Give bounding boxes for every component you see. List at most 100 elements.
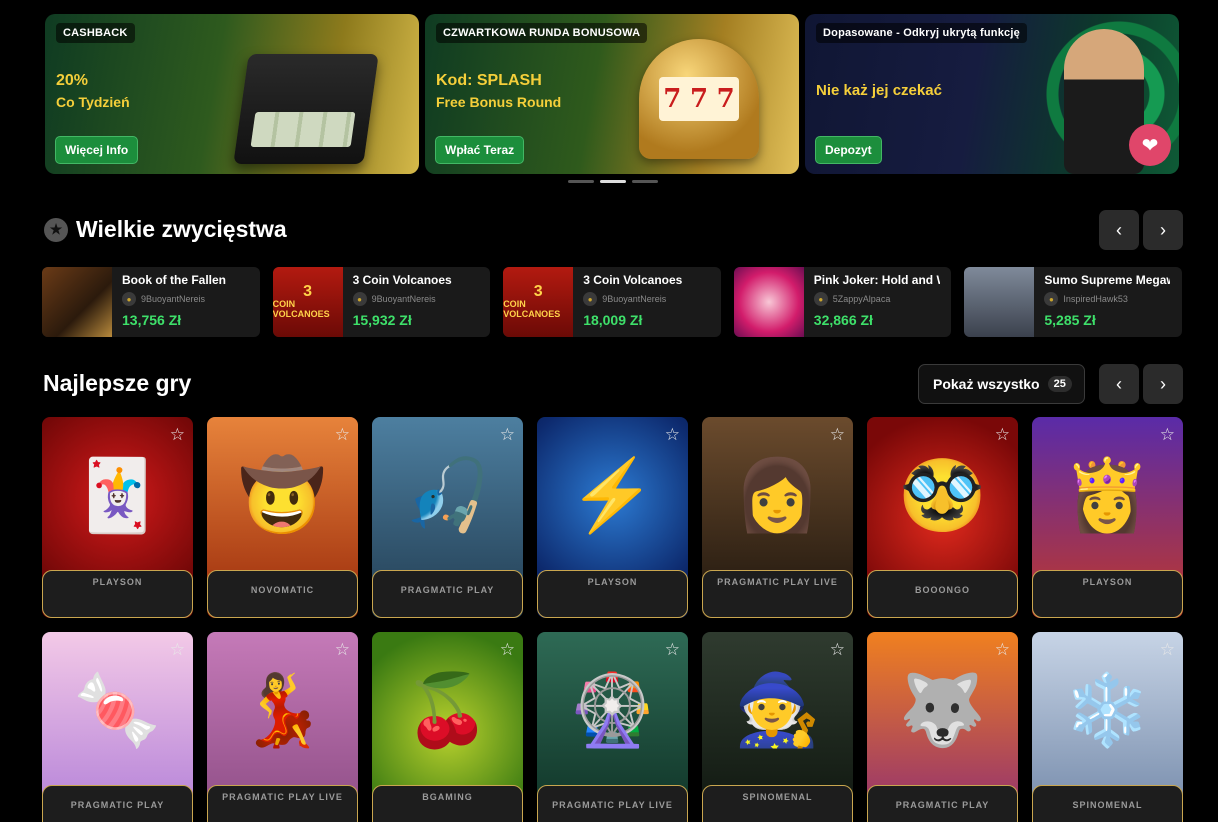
game-card[interactable]: 💃 ☆ PRAGMATIC PLAY LIVE <box>207 632 358 822</box>
promo-tag: CZWARTKOWA RUNDA BONUSOWA <box>436 23 648 43</box>
big-wins-list: Book of the Fallen ● 9BuoyantNereis 13,75… <box>42 267 1182 337</box>
provider-name: PRAGMATIC PLAY <box>70 800 165 810</box>
game-thumbnail: 3 COIN VOLCANOES <box>503 267 574 337</box>
game-card[interactable]: 🐺 ☆ PRAGMATIC PLAY <box>867 632 1018 822</box>
next-button[interactable]: › <box>1143 210 1183 250</box>
provider-box: BGAMING <box>372 785 523 822</box>
deposit-now-button[interactable]: Wpłać Teraz <box>435 136 525 164</box>
provider-box: BOOONGO <box>867 570 1018 618</box>
thumbnail-number: 3 <box>533 283 543 300</box>
favorite-star-icon[interactable]: ☆ <box>995 640 1010 660</box>
favorite-star-icon[interactable]: ☆ <box>1160 425 1175 445</box>
provider-box: PLAYSON <box>42 570 193 618</box>
game-card[interactable]: 🤠 ☆ NOVOMATIC <box>207 417 358 618</box>
promo-bonus-round[interactable]: 777 CZWARTKOWA RUNDA BONUSOWA Kod: SPLAS… <box>425 14 799 174</box>
game-art: 🧙 <box>733 671 822 749</box>
game-card[interactable]: ❄️ ☆ SPINOMENAL <box>1032 632 1183 822</box>
game-art: 🤠 <box>238 456 327 534</box>
provider-name: PRAGMATIC PLAY <box>400 585 495 595</box>
win-user: 5ZappyAlpaca <box>832 294 891 304</box>
thumbnail-label: COIN VOLCANOES <box>503 299 561 319</box>
win-item[interactable]: Book of the Fallen ● 9BuoyantNereis 13,75… <box>42 267 260 337</box>
game-card[interactable]: 👸 ☆ PLAYSON <box>1032 417 1183 618</box>
user-icon: ● <box>122 292 136 306</box>
win-amount: 5,285 Zł <box>1044 312 1096 328</box>
favorite-star-icon[interactable]: ☆ <box>335 640 350 660</box>
game-card[interactable]: 🍒 ☆ BGAMING <box>372 632 523 822</box>
game-thumbnail <box>964 267 1035 337</box>
game-art: 🍒 <box>403 671 492 749</box>
favorite-star-icon[interactable]: ☆ <box>830 425 845 445</box>
game-card[interactable]: 🎡 ☆ PRAGMATIC PLAY LIVE <box>537 632 688 822</box>
promo-subline: Co Tydzień <box>56 94 130 110</box>
game-card[interactable]: 👩 ☆ PRAGMATIC PLAY LIVE <box>702 417 853 618</box>
promo-carousel: CASHBACK 20% Co Tydzień Więcej Info 777 … <box>45 14 1179 174</box>
provider-box: PRAGMATIC PLAY <box>42 785 193 822</box>
win-amount: 18,009 Zł <box>583 312 643 328</box>
prev-button[interactable]: ‹ <box>1099 364 1139 404</box>
provider-name: SPINOMENAL <box>742 792 813 802</box>
carousel-dot[interactable] <box>568 180 594 183</box>
provider-name: PLAYSON <box>1082 577 1133 587</box>
provider-box: PRAGMATIC PLAY LIVE <box>702 570 853 618</box>
deposit-button[interactable]: Depozyt <box>815 136 882 164</box>
favorite-star-icon[interactable]: ☆ <box>830 640 845 660</box>
best-games-nav: ‹ › <box>1099 364 1183 404</box>
next-button[interactable]: › <box>1143 364 1183 404</box>
win-game-name: Book of the Fallen <box>122 273 227 287</box>
big-wins-nav: ‹ › <box>1099 210 1183 250</box>
prev-button[interactable]: ‹ <box>1099 210 1139 250</box>
provider-box: SPINOMENAL <box>1032 785 1183 822</box>
more-info-button[interactable]: Więcej Info <box>55 136 139 164</box>
provider-box: PRAGMATIC PLAY LIVE <box>207 785 358 822</box>
show-all-label: Pokaż wszystko <box>933 376 1040 392</box>
provider-name: BGAMING <box>422 792 473 802</box>
win-item[interactable]: Sumo Supreme Megawa ● InspiredHawk53 5,28… <box>964 267 1182 337</box>
provider-name: BOOONGO <box>914 585 970 595</box>
provider-box: PLAYSON <box>537 570 688 618</box>
show-all-button[interactable]: Pokaż wszystko 25 <box>918 364 1085 404</box>
win-game-name: Sumo Supreme Megawa <box>1044 273 1171 287</box>
win-item[interactable]: 3 COIN VOLCANOES 3 Coin Volcanoes ● 9Buoy… <box>272 267 491 337</box>
carousel-dot[interactable] <box>632 180 658 183</box>
favorite-star-icon[interactable]: ☆ <box>170 640 185 660</box>
game-card[interactable]: ⚡ ☆ PLAYSON <box>537 417 688 618</box>
carousel-dot-active[interactable] <box>600 180 626 183</box>
game-card[interactable]: 🎣 ☆ PRAGMATIC PLAY <box>372 417 523 618</box>
favorite-star-icon[interactable]: ☆ <box>665 425 680 445</box>
provider-box: PRAGMATIC PLAY <box>867 785 1018 822</box>
favorite-star-icon[interactable]: ☆ <box>335 425 350 445</box>
win-user: 9BuoyantNereis <box>602 294 667 304</box>
win-game-name: Pink Joker: Hold and Wi <box>813 273 940 287</box>
game-art: 🃏 <box>73 456 162 534</box>
favorite-star-icon[interactable]: ☆ <box>1160 640 1175 660</box>
favorite-star-icon[interactable]: ☆ <box>500 640 515 660</box>
provider-box: PLAYSON <box>1032 570 1183 618</box>
favorite-star-icon[interactable]: ☆ <box>500 425 515 445</box>
promo-cashback[interactable]: CASHBACK 20% Co Tydzień Więcej Info <box>45 14 419 174</box>
game-card[interactable]: 🃏 ☆ PLAYSON <box>42 417 193 618</box>
promo-headline: Nie każ jej czekać <box>816 82 942 99</box>
carousel-pagination <box>568 180 658 183</box>
game-card[interactable]: 🧙 ☆ SPINOMENAL <box>702 632 853 822</box>
promo-headline: 20% <box>56 72 89 89</box>
favorite-star-icon[interactable]: ☆ <box>995 425 1010 445</box>
provider-box: PRAGMATIC PLAY LIVE <box>537 785 688 822</box>
provider-box: PRAGMATIC PLAY <box>372 570 523 618</box>
win-user: InspiredHawk53 <box>1063 294 1128 304</box>
win-item[interactable]: Pink Joker: Hold and Wi ● 5ZappyAlpaca 32… <box>733 267 952 337</box>
provider-name: PRAGMATIC PLAY LIVE <box>552 800 673 810</box>
favorite-star-icon[interactable]: ☆ <box>665 640 680 660</box>
slot-machine-illustration: 777 <box>639 39 759 159</box>
provider-box: NOVOMATIC <box>207 570 358 618</box>
game-card[interactable]: 🍬 ☆ PRAGMATIC PLAY <box>42 632 193 822</box>
promo-subline: Free Bonus Round <box>436 94 562 110</box>
win-user: 9BuoyantNereis <box>371 294 436 304</box>
promo-personalized[interactable]: ❤ Dopasowane - Odkryj ukrytą funkcję Nie… <box>805 14 1179 174</box>
game-card[interactable]: 🥸 ☆ BOOONGO <box>867 417 1018 618</box>
provider-name: PRAGMATIC PLAY LIVE <box>222 792 343 802</box>
heart-icon[interactable]: ❤ <box>1129 124 1171 166</box>
provider-name: PRAGMATIC PLAY LIVE <box>717 577 838 587</box>
favorite-star-icon[interactable]: ☆ <box>170 425 185 445</box>
win-item[interactable]: 3 COIN VOLCANOES 3 Coin Volcanoes ● 9Buoy… <box>503 267 721 337</box>
